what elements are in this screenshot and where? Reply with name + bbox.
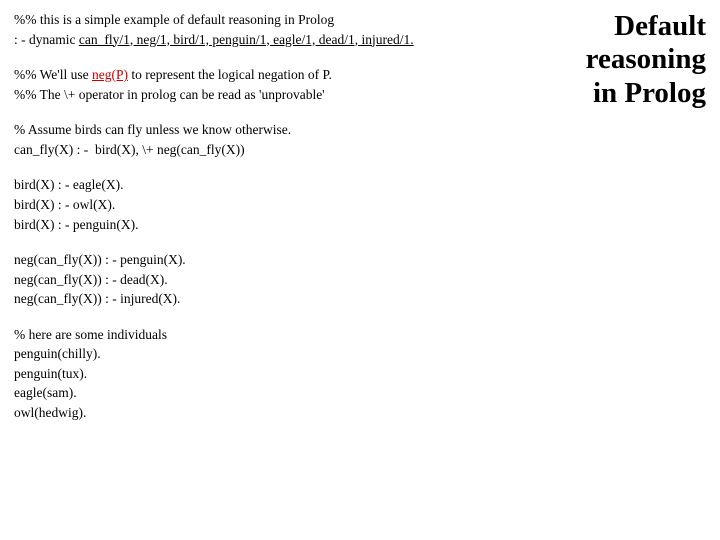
code-text: to represent the logical negation of P. — [128, 67, 332, 82]
code-block-2: %% We'll use neg(P) to represent the log… — [14, 65, 522, 104]
code-line: %% this is a simple example of default r… — [14, 10, 522, 30]
code-block-1: %% this is a simple example of default r… — [14, 10, 522, 49]
code-line: can_fly(X) : - bird(X), \+ neg(can_fly(X… — [14, 140, 522, 160]
code-line: neg(can_fly(X)) : - dead(X). — [14, 270, 522, 290]
code-block-3: % Assume birds can fly unless we know ot… — [14, 120, 522, 159]
code-block-4: bird(X) : - eagle(X). bird(X) : - owl(X)… — [14, 175, 522, 234]
code-line: bird(X) : - penguin(X). — [14, 215, 522, 235]
title-line: reasoning — [534, 43, 706, 76]
code-line: % Assume birds can fly unless we know ot… — [14, 120, 522, 140]
code-line: neg(can_fly(X)) : - penguin(X). — [14, 250, 522, 270]
code-line: penguin(chilly). — [14, 344, 522, 364]
title-line: Default — [534, 10, 706, 43]
code-block-6: % here are some individuals penguin(chil… — [14, 325, 522, 423]
code-line: bird(X) : - owl(X). — [14, 195, 522, 215]
code-block-5: neg(can_fly(X)) : - penguin(X). neg(can_… — [14, 250, 522, 309]
code-line: : - dynamic can_fly/1, neg/1, bird/1, pe… — [14, 30, 522, 50]
code-column: %% this is a simple example of default r… — [0, 0, 530, 540]
code-line: eagle(sam). — [14, 383, 522, 403]
code-text: : - dynamic — [14, 32, 79, 47]
neg-link[interactable]: neg(P) — [92, 67, 128, 82]
title-column: Default reasoning in Prolog — [530, 0, 720, 540]
code-line: bird(X) : - eagle(X). — [14, 175, 522, 195]
title-line: in Prolog — [534, 77, 706, 110]
code-line: penguin(tux). — [14, 364, 522, 384]
dynamic-declaration: can_fly/1, neg/1, bird/1, penguin/1, eag… — [79, 32, 414, 47]
code-line: neg(can_fly(X)) : - injured(X). — [14, 289, 522, 309]
code-line: % here are some individuals — [14, 325, 522, 345]
code-line: %% The \+ operator in prolog can be read… — [14, 85, 522, 105]
slide-title: Default reasoning in Prolog — [534, 10, 706, 110]
code-text: %% We'll use — [14, 67, 92, 82]
code-line: owl(hedwig). — [14, 403, 522, 423]
code-line: %% We'll use neg(P) to represent the log… — [14, 65, 522, 85]
